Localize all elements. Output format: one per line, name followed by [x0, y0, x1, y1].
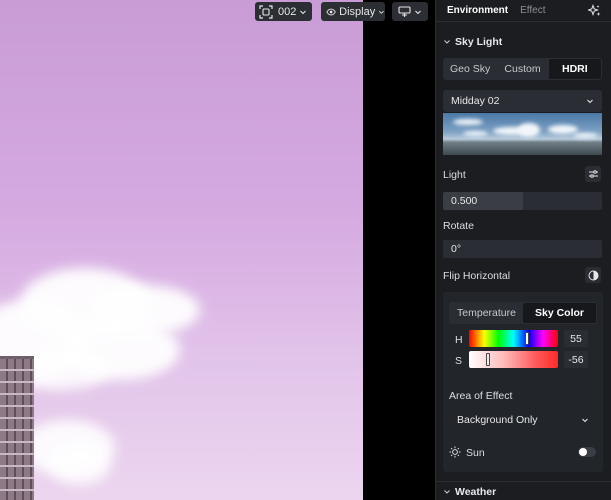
- chevron-down-icon: [582, 418, 588, 423]
- light-value: 0.500: [451, 195, 478, 207]
- color-mode-selector: Temperature Sky Color: [449, 302, 597, 324]
- mode-temperature[interactable]: Temperature: [450, 303, 523, 323]
- hue-label: H: [455, 334, 463, 346]
- tab-environment[interactable]: Environment: [447, 5, 508, 16]
- chevron-down-icon: [415, 10, 421, 14]
- hue-slider-thumb[interactable]: [525, 332, 529, 345]
- half-circle-icon: [588, 270, 598, 280]
- eye-icon: [326, 8, 336, 15]
- camera-frame-icon: [259, 4, 273, 19]
- area-of-effect-value: Background Only: [457, 414, 538, 426]
- hue-value[interactable]: 55: [564, 330, 588, 347]
- sky-light-title: Sky Light: [455, 36, 503, 48]
- mode-custom[interactable]: Custom: [496, 59, 548, 79]
- sun-icon: [449, 446, 461, 458]
- sliders-icon: [588, 170, 598, 178]
- light-label: Light: [443, 169, 466, 181]
- camera-label: 002: [278, 5, 297, 18]
- display-menu-button[interactable]: Display: [321, 2, 385, 21]
- layout-menu-button[interactable]: [392, 2, 428, 21]
- layout-icon: [398, 5, 411, 17]
- tab-effect[interactable]: Effect: [520, 5, 545, 16]
- sky-light-section-header[interactable]: Sky Light: [443, 36, 502, 48]
- building: [0, 356, 34, 500]
- saturation-value[interactable]: -56: [564, 351, 588, 368]
- chevron-down-icon: [300, 10, 307, 14]
- flip-horizontal-label: Flip Horizontal: [443, 270, 511, 282]
- sky-light-mode-selector: Geo Sky Custom HDRI: [443, 58, 602, 80]
- area-of-effect-label: Area of Effect: [449, 390, 513, 402]
- sun-label: Sun: [466, 447, 485, 459]
- saturation-label: S: [455, 355, 463, 367]
- saturation-slider-thumb[interactable]: [486, 353, 490, 366]
- hdri-preview-image: [443, 113, 602, 155]
- light-settings-button[interactable]: [585, 166, 601, 182]
- 3d-viewport[interactable]: [0, 0, 363, 500]
- rotate-input[interactable]: 0°: [443, 240, 602, 258]
- cloud: [50, 445, 110, 485]
- chevron-down-icon: [587, 99, 593, 104]
- sparkle-icon[interactable]: [588, 4, 601, 17]
- panel-tabs: Environment Effect: [436, 0, 611, 22]
- sun-toggle[interactable]: [578, 447, 596, 457]
- rotate-value: 0°: [451, 243, 462, 255]
- camera-selector[interactable]: 002: [255, 2, 312, 21]
- section-divider: [435, 481, 611, 482]
- hdri-preset-dropdown[interactable]: Midday 02: [443, 90, 602, 112]
- mode-hdri[interactable]: HDRI: [548, 59, 601, 79]
- chevron-down-icon: [444, 490, 450, 494]
- flip-horizontal-button[interactable]: [585, 267, 601, 283]
- mode-geo-sky[interactable]: Geo Sky: [444, 59, 496, 79]
- chevron-down-icon: [379, 10, 385, 14]
- weather-section-header[interactable]: Weather: [443, 486, 496, 498]
- hdri-preset-value: Midday 02: [451, 95, 500, 107]
- rotate-label: Rotate: [443, 220, 474, 232]
- chevron-down-icon: [444, 40, 450, 44]
- light-intensity-slider[interactable]: 0.500: [443, 192, 602, 210]
- viewport-edge: [363, 0, 435, 500]
- area-of-effect-dropdown[interactable]: Background Only: [449, 409, 597, 431]
- saturation-slider[interactable]: [469, 351, 558, 368]
- display-label: Display: [339, 5, 376, 18]
- mode-sky-color[interactable]: Sky Color: [523, 303, 596, 323]
- weather-title: Weather: [455, 486, 497, 498]
- hue-slider[interactable]: [469, 330, 558, 347]
